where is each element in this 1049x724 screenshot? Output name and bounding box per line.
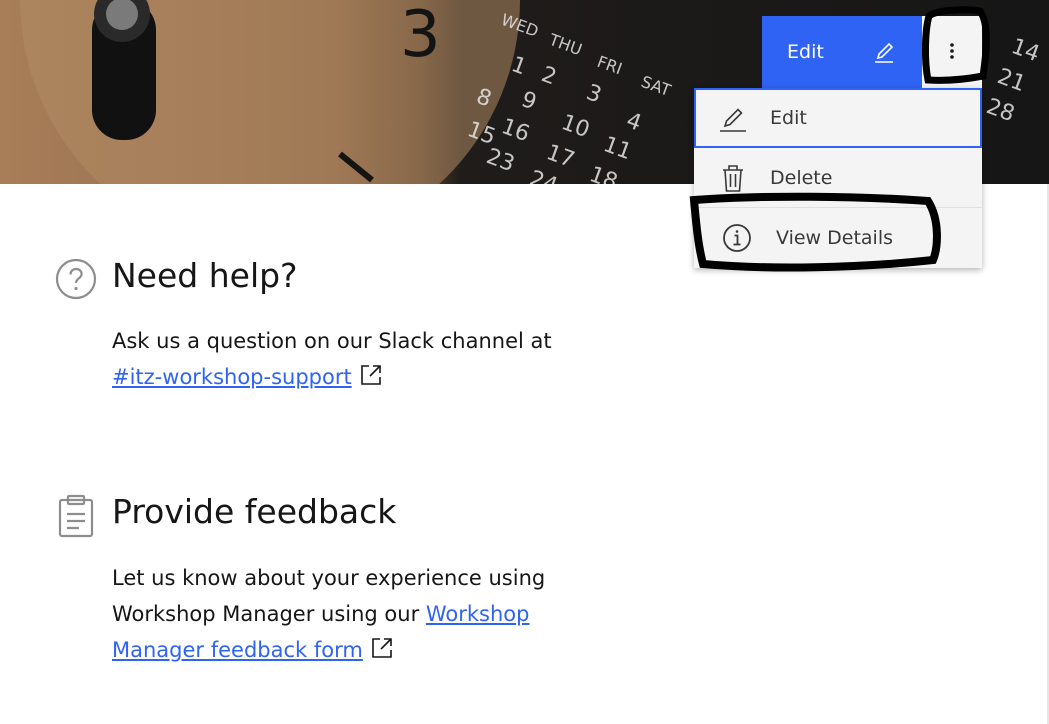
svg-text:18: 18 <box>586 162 621 184</box>
svg-text:FRI: FRI <box>595 52 625 78</box>
clipboard-icon <box>58 494 94 542</box>
menu-item-delete[interactable]: Delete <box>694 148 982 208</box>
feedback-heading: Provide feedback <box>112 492 397 531</box>
external-link-icon <box>371 634 393 658</box>
pencil-icon <box>872 40 896 64</box>
external-link-icon <box>360 361 382 385</box>
svg-text:10: 10 <box>558 110 593 143</box>
svg-text:28: 28 <box>983 94 1018 127</box>
menu-item-label: Edit <box>770 107 807 129</box>
menu-item-view-details[interactable]: View Details <box>694 208 982 268</box>
trash-can-icon <box>718 163 748 193</box>
overflow-menu: Edit Delete View Details <box>694 88 982 268</box>
overflow-menu-button[interactable] <box>922 16 982 88</box>
menu-item-label: Delete <box>770 166 833 189</box>
svg-text:16: 16 <box>498 114 533 147</box>
svg-text:9: 9 <box>518 87 540 115</box>
svg-text:11: 11 <box>600 132 635 165</box>
svg-text:21: 21 <box>994 64 1029 97</box>
menu-item-edit[interactable]: Edit <box>694 88 982 148</box>
help-icon <box>55 258 97 304</box>
svg-text:THU: THU <box>546 30 585 60</box>
feedback-text: Let us know about your experience using … <box>112 560 582 668</box>
svg-text:17: 17 <box>543 140 578 173</box>
edit-button-label: Edit <box>787 41 824 63</box>
clock-digit: 3 <box>400 0 441 72</box>
overflow-menu-vertical-icon <box>949 42 955 63</box>
help-description: Ask us a question on our Slack channel a… <box>112 329 552 353</box>
svg-text:14: 14 <box>1008 34 1043 67</box>
help-text: Ask us a question on our Slack channel a… <box>112 323 582 395</box>
pencil-icon <box>718 103 748 133</box>
svg-text:24: 24 <box>526 166 561 184</box>
svg-text:4: 4 <box>623 108 645 136</box>
information-icon <box>722 223 752 253</box>
help-heading: Need help? <box>112 256 298 295</box>
svg-text:2: 2 <box>538 62 560 90</box>
menu-item-label: View Details <box>776 227 893 249</box>
svg-text:3: 3 <box>583 80 605 108</box>
slack-channel-link[interactable]: #itz-workshop-support <box>112 365 352 389</box>
edit-button[interactable]: Edit <box>762 16 922 88</box>
svg-text:SAT: SAT <box>639 72 674 100</box>
